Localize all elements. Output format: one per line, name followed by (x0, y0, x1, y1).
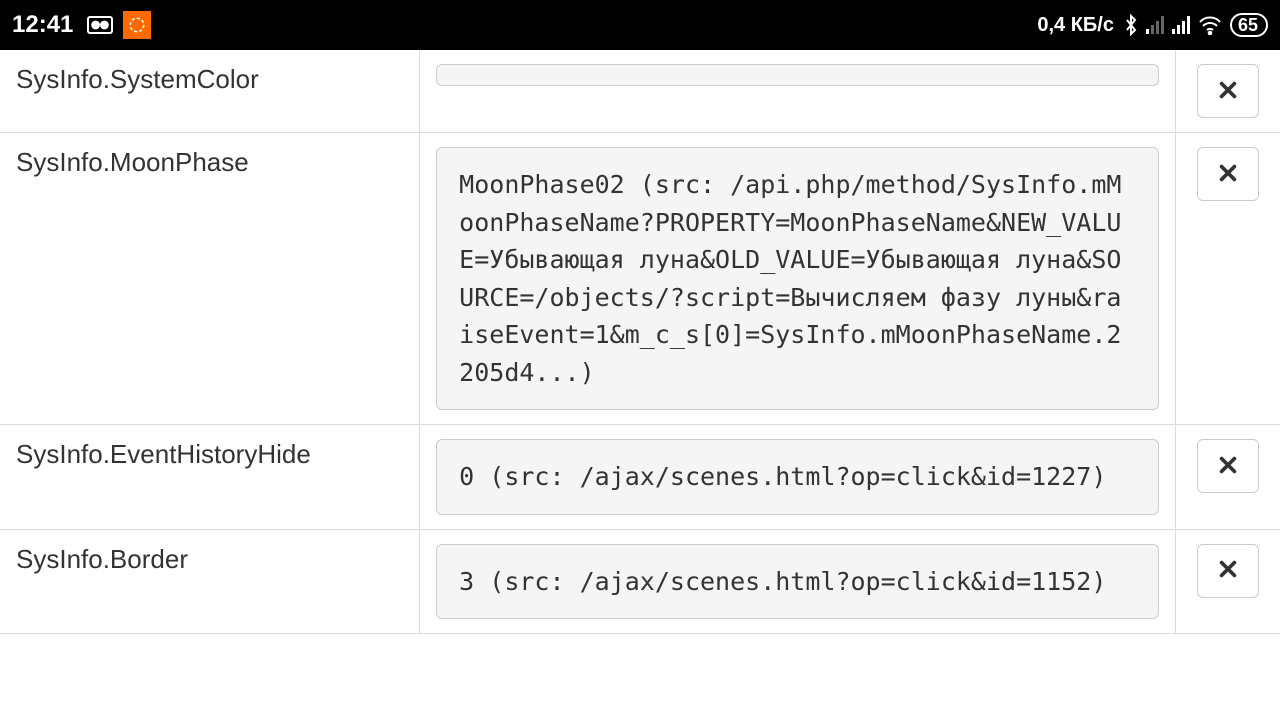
close-icon (1217, 454, 1239, 479)
delete-button[interactable] (1197, 64, 1259, 118)
signal-sim2-icon (1172, 16, 1190, 34)
property-value[interactable]: 0 (src: /ajax/scenes.html?op=click&id=12… (436, 439, 1158, 515)
property-label: SysInfo.EventHistoryHide (0, 425, 420, 530)
action-cell (1175, 529, 1280, 634)
close-icon (1217, 558, 1239, 583)
property-label: SysInfo.SystemColor (0, 50, 420, 133)
app-icon (123, 11, 151, 39)
close-icon (1217, 162, 1239, 187)
action-cell (1175, 133, 1280, 425)
delete-button[interactable] (1197, 147, 1259, 201)
property-value[interactable] (436, 64, 1158, 86)
content-viewport: SysInfo.SystemColorSysInfo.MoonPhaseMoon… (0, 50, 1280, 634)
table-row: SysInfo.EventHistoryHide0 (src: /ajax/sc… (0, 425, 1280, 530)
property-value-cell: 0 (src: /ajax/scenes.html?op=click&id=12… (420, 425, 1175, 530)
delete-button[interactable] (1197, 544, 1259, 598)
table-row: SysInfo.Border3 (src: /ajax/scenes.html?… (0, 529, 1280, 634)
battery-indicator: 65 (1230, 13, 1268, 37)
wifi-icon (1198, 15, 1222, 35)
action-cell (1175, 50, 1280, 133)
status-left: 12:41 (12, 11, 151, 39)
bluetooth-icon (1124, 14, 1138, 36)
property-label: SysInfo.MoonPhase (0, 133, 420, 425)
table-row: SysInfo.SystemColor (0, 50, 1280, 133)
delete-button[interactable] (1197, 439, 1259, 493)
action-cell (1175, 425, 1280, 530)
signal-sim1-icon (1146, 16, 1164, 34)
property-value[interactable]: MoonPhase02 (src: /api.php/method/SysInf… (436, 147, 1158, 410)
properties-table: SysInfo.SystemColorSysInfo.MoonPhaseMoon… (0, 50, 1280, 634)
property-value-cell: 3 (src: /ajax/scenes.html?op=click&id=11… (420, 529, 1175, 634)
status-time: 12:41 (12, 11, 73, 39)
network-speed: 0,4 КБ/с (1037, 14, 1114, 37)
property-value-cell (420, 50, 1175, 133)
property-value-cell: MoonPhase02 (src: /api.php/method/SysInf… (420, 133, 1175, 425)
record-icon (87, 16, 113, 34)
table-row: SysInfo.MoonPhaseMoonPhase02 (src: /api.… (0, 133, 1280, 425)
property-value[interactable]: 3 (src: /ajax/scenes.html?op=click&id=11… (436, 544, 1158, 620)
battery-level: 65 (1238, 15, 1258, 35)
status-bar: 12:41 0,4 КБ/с 65 (0, 0, 1280, 50)
property-label: SysInfo.Border (0, 529, 420, 634)
close-icon (1217, 79, 1239, 104)
status-right: 0,4 КБ/с 65 (1037, 13, 1268, 37)
